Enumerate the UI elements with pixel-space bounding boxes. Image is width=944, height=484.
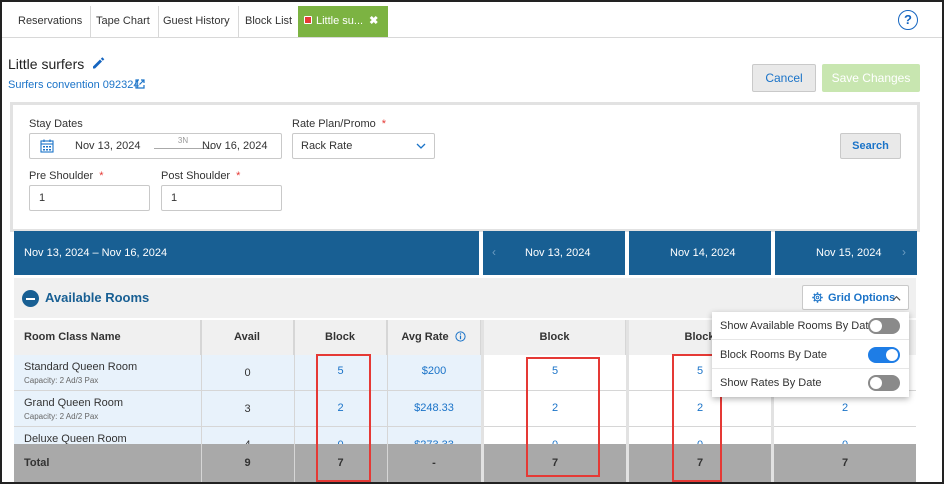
date-to-value: Nov 16, 2024 [202, 140, 268, 152]
option-label: Show Available Rooms By Date [720, 320, 875, 332]
block-flag-icon [304, 16, 312, 25]
highlight-box [316, 354, 371, 482]
date-from-value: Nov 13, 2024 [75, 140, 141, 152]
required-marker: * [381, 118, 387, 130]
date-range-text: Nov 13, 2024 – Nov 16, 2024 [24, 247, 168, 259]
room-capacity: Capacity: 2 Ad/2 Pax [24, 412, 99, 421]
date-day3-text: Nov 15, 2024 [816, 247, 882, 259]
gear-icon [812, 292, 823, 303]
grid-options-button[interactable]: Grid Options [802, 285, 909, 310]
total-label: Total [24, 457, 50, 469]
col-header-room-class: Room Class Name [14, 320, 201, 355]
tab-bar: Reservations Tape Chart Guest History Bl… [2, 2, 942, 38]
col-header-day1-block: Block [484, 320, 626, 355]
room-class-name: Standard Queen Room [24, 361, 138, 373]
rate-plan-label: Rate Plan/Promo * [292, 118, 387, 130]
room-capacity: Capacity: 2 Ad/3 Pax [24, 376, 99, 385]
stay-dates-label: Stay Dates [29, 118, 83, 130]
grid-options-label: Grid Options [828, 292, 896, 304]
available-rooms-title: Available Rooms [45, 290, 150, 305]
tab-block-list[interactable]: Block List [237, 6, 302, 37]
date-header-day2: Nov 14, 2024 [629, 231, 771, 275]
col-header-block: Block [294, 320, 387, 355]
total-day3: 7 [841, 457, 849, 469]
pre-shoulder-input[interactable]: 1 [29, 185, 150, 211]
col-header-avail: Avail [201, 320, 294, 355]
tab-guest-history[interactable]: Guest History [155, 6, 239, 37]
info-icon[interactable] [455, 330, 466, 342]
tab-little-surfers[interactable]: Little su... ✖ [298, 6, 389, 37]
search-panel: Stay Dates Nov 13, 2024 3N Nov 16, 2024 … [10, 102, 920, 232]
day3-block-link[interactable]: 2 [774, 402, 916, 414]
app-window: Reservations Tape Chart Guest History Bl… [0, 0, 944, 484]
close-tab-icon[interactable]: ✖ [369, 15, 378, 27]
prev-date-arrow-icon[interactable]: ‹ [492, 245, 496, 259]
grid-options-popover: Show Available Rooms By Date Block Rooms… [712, 312, 909, 397]
highlight-box [526, 357, 600, 477]
toggle-switch[interactable] [868, 347, 900, 363]
required-marker: * [236, 170, 241, 182]
avail-value: 3 [244, 403, 251, 415]
cancel-button[interactable]: Cancel [752, 64, 816, 92]
external-link-icon[interactable] [135, 79, 145, 89]
column-divider [387, 320, 388, 482]
search-button[interactable]: Search [840, 133, 901, 159]
column-divider [294, 320, 295, 482]
nights-count: 3N [177, 136, 189, 145]
calendar-icon [40, 139, 54, 153]
total-avg-rate: - [432, 457, 436, 469]
post-shoulder-label: Post Shoulder * [161, 170, 241, 182]
avail-value: 0 [244, 367, 251, 379]
col-header-avg-rate: Avg Rate [387, 320, 481, 355]
option-block-rooms-by-date[interactable]: Block Rooms By Date [712, 341, 909, 369]
tab-reservations[interactable]: Reservations [10, 6, 92, 37]
required-marker: * [99, 170, 104, 182]
toggle-switch[interactable] [868, 375, 900, 391]
collapse-minus-icon[interactable] [22, 290, 39, 307]
column-divider [481, 320, 484, 482]
tab-tape-chart[interactable]: Tape Chart [88, 6, 159, 37]
date-day2-text: Nov 14, 2024 [670, 247, 736, 259]
option-show-rates-by-date[interactable]: Show Rates By Date [712, 369, 909, 397]
next-date-arrow-icon[interactable]: › [902, 245, 906, 259]
help-icon[interactable]: ? [898, 10, 918, 30]
option-show-available-rooms[interactable]: Show Available Rooms By Date [712, 312, 909, 340]
avg-rate-link[interactable]: $200 [387, 365, 481, 377]
chevron-up-icon [892, 295, 901, 301]
tab-label: Little su... [316, 15, 364, 27]
column-divider [201, 320, 202, 482]
toggle-switch[interactable] [868, 318, 900, 334]
stay-dates-picker[interactable]: Nov 13, 2024 3N Nov 16, 2024 [29, 133, 282, 159]
date-day1-text: Nov 13, 2024 [525, 247, 591, 259]
total-avail: 9 [244, 457, 251, 469]
rate-plan-select[interactable]: Rack Rate [292, 133, 435, 159]
date-range-header: Nov 13, 2024 – Nov 16, 2024 [14, 231, 479, 275]
option-label: Block Rooms By Date [720, 349, 827, 361]
room-class-name: Grand Queen Room [24, 397, 124, 409]
total-row: Total 9 7 - 7 7 7 [14, 444, 916, 482]
avg-rate-link[interactable]: $248.33 [387, 402, 481, 414]
save-changes-button[interactable]: Save Changes [822, 64, 920, 92]
post-shoulder-input[interactable]: 1 [161, 185, 282, 211]
option-label: Show Rates By Date [720, 377, 822, 389]
pencil-edit-icon[interactable] [91, 56, 105, 70]
rate-plan-value: Rack Rate [301, 140, 353, 152]
page-title: Little surfers [8, 56, 85, 72]
column-divider [626, 320, 629, 482]
date-header-day3: Nov 15, 2024 › [775, 231, 917, 275]
chevron-down-icon [416, 143, 426, 149]
convention-link[interactable]: Surfers convention 092324 [8, 79, 139, 91]
date-header-day1: ‹ Nov 13, 2024 [483, 231, 625, 275]
pre-shoulder-label: Pre Shoulder * [29, 170, 104, 182]
